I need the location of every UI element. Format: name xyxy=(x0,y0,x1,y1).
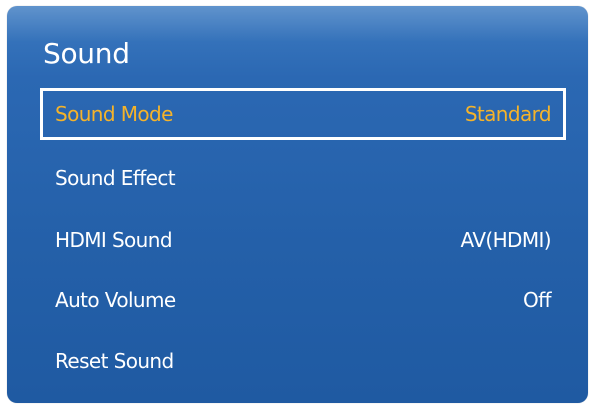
menu-item-reset-sound[interactable]: Reset Sound xyxy=(40,335,566,387)
hdmi-sound-label: HDMI Sound xyxy=(55,228,173,252)
sound-mode-value: Standard xyxy=(464,102,552,126)
auto-volume-value: Off xyxy=(522,288,552,312)
menu-item-hdmi-sound[interactable]: HDMI Sound AV(HDMI) xyxy=(40,214,566,266)
auto-volume-label: Auto Volume xyxy=(55,288,176,312)
sound-menu-panel: Sound Sound Mode Standard Sound Effect H… xyxy=(7,6,588,403)
menu-title: Sound xyxy=(43,37,130,70)
menu-item-sound-mode[interactable]: Sound Mode Standard xyxy=(40,88,566,140)
hdmi-sound-value: AV(HDMI) xyxy=(460,228,552,252)
sound-mode-label: Sound Mode xyxy=(55,102,173,126)
menu-item-sound-effect[interactable]: Sound Effect xyxy=(40,152,566,204)
menu-item-auto-volume[interactable]: Auto Volume Off xyxy=(40,274,566,326)
sound-effect-label: Sound Effect xyxy=(55,166,176,190)
reset-sound-label: Reset Sound xyxy=(55,349,174,373)
